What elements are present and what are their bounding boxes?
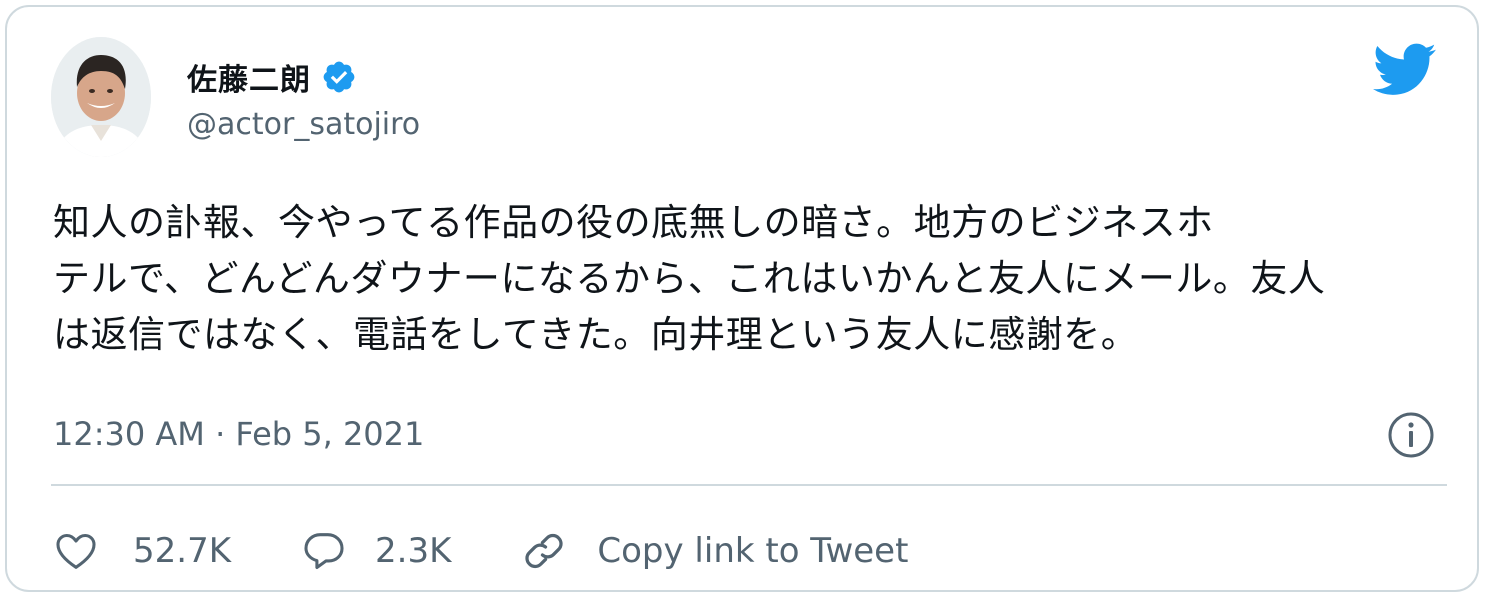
tweet-actions: 52.7K 2.3K Copy link to Tweet bbox=[53, 521, 978, 581]
tweet-card[interactable]: 佐藤二朗 @actor_satojiro 知人の訃報、今やってる作品の役の底無し… bbox=[5, 5, 1479, 592]
avatar-photo bbox=[51, 37, 151, 157]
author-name[interactable]: 佐藤二朗 bbox=[187, 55, 311, 99]
avatar[interactable] bbox=[51, 37, 151, 157]
speech-bubble-icon bbox=[304, 533, 344, 570]
author-handle[interactable]: @actor_satojiro bbox=[187, 107, 420, 142]
copy-link-button[interactable]: Copy link to Tweet bbox=[521, 528, 908, 574]
reply-button[interactable]: 2.3K bbox=[301, 528, 451, 574]
copy-link-label: Copy link to Tweet bbox=[597, 531, 909, 571]
author-row: 佐藤二朗 bbox=[187, 55, 357, 99]
twitter-bird-icon[interactable] bbox=[1373, 43, 1437, 99]
info-icon[interactable] bbox=[1387, 411, 1435, 459]
tweet-timestamp[interactable]: 12:30 AM · Feb 5, 2021 bbox=[53, 415, 424, 453]
reply-count: 2.3K bbox=[375, 531, 452, 571]
verified-badge-icon bbox=[323, 61, 355, 93]
heart-icon bbox=[56, 533, 96, 569]
like-count: 52.7K bbox=[133, 531, 231, 571]
like-button[interactable]: 52.7K bbox=[53, 528, 231, 574]
tweet-text: 知人の訃報、今やってる作品の役の底無しの暗さ。地方のビジネスホ テルで、どんどん… bbox=[53, 201, 1326, 356]
divider bbox=[51, 484, 1447, 486]
link-icon bbox=[525, 533, 564, 569]
